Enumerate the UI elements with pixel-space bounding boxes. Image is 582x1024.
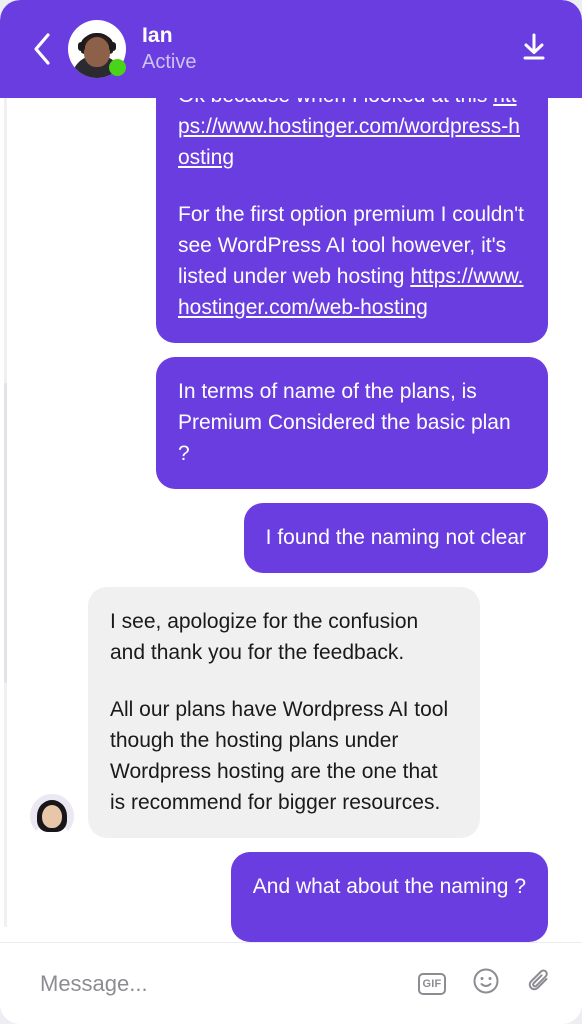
scrollbar-thumb[interactable] (4, 383, 7, 683)
message-bubble[interactable]: Ok because when I looked at this https:/… (156, 98, 548, 343)
gif-icon: GIF (418, 972, 446, 995)
contact-name: Ian (142, 24, 173, 47)
message-row: I see, apologize for the confusion and t… (30, 587, 548, 838)
message-row: In terms of name of the plans, is Premiu… (30, 357, 548, 489)
message-row: And what about the naming ? (30, 852, 548, 942)
message-row: Ok because when I looked at this https:/… (30, 98, 548, 343)
message-paragraph: For the first option premium I couldn't … (178, 199, 526, 323)
message-text: All our plans have Wordpress AI tool tho… (110, 698, 449, 814)
message-paragraph: And what about the naming ? (253, 871, 526, 902)
chevron-left-icon (31, 32, 53, 66)
message-list[interactable]: Ok because when I looked at this https:/… (0, 98, 582, 942)
message-bubble[interactable]: In terms of name of the plans, is Premiu… (156, 357, 548, 489)
message-bubble[interactable]: I see, apologize for the confusion and t… (88, 587, 480, 838)
message-avatar[interactable] (30, 794, 74, 838)
contact-avatar[interactable] (68, 20, 126, 78)
download-icon (518, 31, 550, 68)
message-paragraph: Ok because when I looked at this https:/… (178, 98, 526, 173)
contact-status: Active (142, 51, 197, 73)
chat-window: Ian Active Ok because when I looked at t… (0, 0, 582, 1024)
gif-button[interactable]: GIF (416, 968, 448, 1000)
message-text: In terms of name of the plans, is Premiu… (178, 380, 511, 465)
smiley-icon (472, 967, 500, 1000)
attachment-button[interactable] (524, 968, 556, 1000)
download-button[interactable] (512, 27, 556, 71)
message-paragraph: I see, apologize for the confusion and t… (110, 606, 458, 668)
message-text: And what about the naming ? (252, 875, 526, 898)
message-row: I found the naming not clear (30, 503, 548, 573)
message-text: Ok because when I looked at this (178, 98, 493, 107)
message-text: I see, apologize for the confusion and t… (110, 610, 419, 664)
message-paragraph: All our plans have Wordpress AI tool tho… (110, 694, 458, 818)
online-status-dot (109, 59, 126, 76)
message-text: I found the naming not clear (265, 526, 526, 549)
message-link[interactable]: https://www.hostinger.com/wordpress-host… (178, 98, 520, 169)
chat-header: Ian Active (0, 0, 582, 98)
message-input[interactable] (40, 970, 404, 997)
message-bubble[interactable]: I found the naming not clear (243, 503, 548, 573)
message-bubble[interactable]: And what about the naming ? (230, 852, 548, 942)
message-composer: GIF (0, 942, 582, 1024)
back-button[interactable] (22, 26, 62, 72)
message-paragraph: I found the naming not clear (266, 522, 526, 553)
contact-info: Ian Active (142, 23, 512, 75)
paperclip-icon (526, 967, 554, 1000)
message-paragraph: In terms of name of the plans, is Premiu… (178, 376, 526, 469)
emoji-button[interactable] (470, 968, 502, 1000)
composer-actions: GIF (416, 968, 556, 1000)
